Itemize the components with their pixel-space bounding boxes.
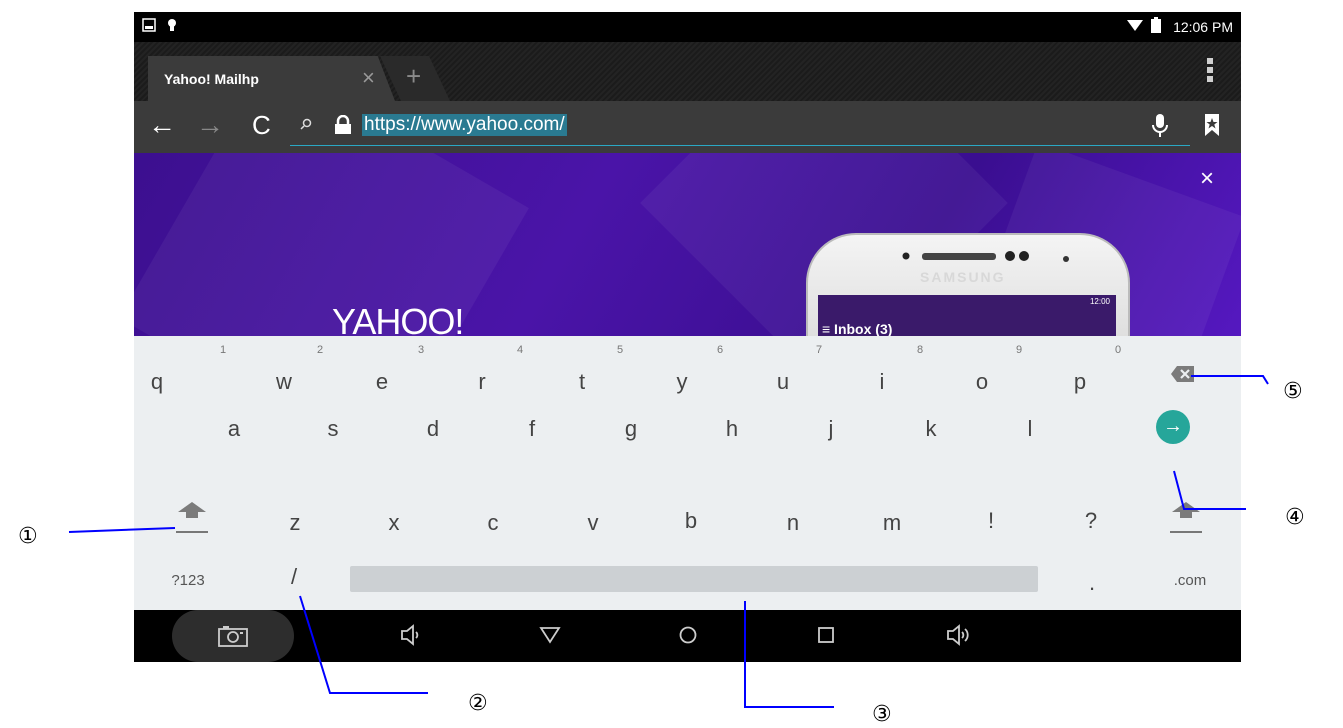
arrow-right-icon: → bbox=[1163, 415, 1183, 437]
volume-up-icon[interactable] bbox=[946, 624, 972, 651]
search-icon bbox=[300, 117, 312, 133]
battery-icon bbox=[1151, 17, 1162, 36]
microphone-icon[interactable] bbox=[1152, 113, 1168, 144]
phone-screen: 12:00 ≡ Inbox (3) bbox=[818, 295, 1116, 336]
key-hint: 7 bbox=[816, 344, 823, 356]
yahoo-logo: YAHOO! bbox=[332, 301, 464, 336]
backspace-icon bbox=[1171, 366, 1194, 382]
url-text: https://www.yahoo.com/ bbox=[362, 114, 567, 136]
key-j[interactable]: j bbox=[811, 416, 851, 442]
key-h[interactable]: h bbox=[712, 416, 752, 442]
shift-arrow-icon bbox=[178, 502, 206, 518]
go-button[interactable]: → bbox=[1156, 410, 1190, 444]
phone-speaker-icon bbox=[902, 251, 1069, 262]
key-p[interactable]: p bbox=[1060, 369, 1100, 395]
key-c[interactable]: c bbox=[473, 510, 513, 536]
key-hint: 5 bbox=[617, 344, 624, 356]
key-o[interactable]: o bbox=[962, 369, 1002, 395]
status-bar: 12:06 PM bbox=[134, 12, 1241, 42]
onscreen-keyboard: q 1 w 2 e 3 r 4 t 5 y 6 u 7 i 8 o 9 p 0 … bbox=[134, 336, 1241, 610]
web-content: × YAHOO! SAMSUNG 12:00 ≡ Inbox (3) bbox=[134, 153, 1241, 336]
key-hint: 6 bbox=[717, 344, 724, 356]
android-notification-icon bbox=[166, 18, 178, 37]
banner-close-icon[interactable]: × bbox=[1200, 165, 1214, 193]
forward-arrow-icon[interactable]: → bbox=[196, 111, 224, 139]
key-l[interactable]: l bbox=[1010, 416, 1050, 442]
recents-square-icon[interactable] bbox=[817, 626, 835, 649]
key-hint: 9 bbox=[1016, 344, 1023, 356]
plus-icon: + bbox=[406, 61, 422, 91]
key-hint: 3 bbox=[418, 344, 425, 356]
key-r[interactable]: r bbox=[462, 369, 502, 395]
tablet-screen: 12:06 PM Yahoo! Mailhp × + ← → C https:/… bbox=[134, 12, 1241, 662]
key-hint: 1 bbox=[220, 344, 227, 356]
bookmark-icon[interactable] bbox=[1204, 113, 1220, 142]
callout-number-1: ① bbox=[18, 524, 38, 549]
camera-icon bbox=[218, 626, 248, 647]
key-slash[interactable]: / bbox=[274, 564, 314, 590]
key-hint: 0 bbox=[1115, 344, 1122, 356]
screenshot-button[interactable] bbox=[172, 610, 294, 662]
tab-yahoo-mail[interactable]: Yahoo! Mailhp × bbox=[148, 56, 395, 101]
back-triangle-icon[interactable] bbox=[539, 626, 561, 649]
shift-key-right[interactable] bbox=[1170, 502, 1202, 533]
volume-down-icon[interactable] bbox=[400, 624, 420, 651]
shift-arrow-icon bbox=[1172, 502, 1200, 518]
reload-icon[interactable]: C bbox=[252, 111, 271, 139]
key-a[interactable]: a bbox=[214, 416, 254, 442]
key-z[interactable]: z bbox=[275, 510, 315, 536]
overflow-menu-icon[interactable] bbox=[1207, 58, 1213, 85]
home-circle-icon[interactable] bbox=[678, 625, 698, 650]
key-question[interactable]: ? bbox=[1071, 508, 1111, 534]
address-field[interactable]: https://www.yahoo.com/ bbox=[290, 109, 1190, 146]
key-hint: 8 bbox=[917, 344, 924, 356]
shift-key-left[interactable] bbox=[176, 502, 208, 533]
tab-title: Yahoo! Mailhp bbox=[164, 71, 259, 87]
key-d[interactable]: d bbox=[413, 416, 453, 442]
key-g[interactable]: g bbox=[611, 416, 651, 442]
callout-number-5: ⑤ bbox=[1283, 379, 1303, 404]
phone-status-time: 12:00 bbox=[1089, 297, 1110, 306]
key-i[interactable]: i bbox=[862, 369, 902, 395]
wifi-icon bbox=[1127, 18, 1144, 35]
key-f[interactable]: f bbox=[512, 416, 552, 442]
phone-brand: SAMSUNG bbox=[920, 269, 1006, 285]
key-q[interactable]: q bbox=[137, 369, 177, 395]
key-v[interactable]: v bbox=[573, 510, 613, 536]
key-k[interactable]: k bbox=[911, 416, 951, 442]
callout-number-4: ④ bbox=[1285, 505, 1305, 530]
callout-number-3: ③ bbox=[872, 702, 892, 727]
key-b[interactable]: b bbox=[671, 508, 711, 534]
back-arrow-icon[interactable]: ← bbox=[148, 111, 176, 139]
dotcom-key[interactable]: .com bbox=[1168, 572, 1212, 589]
backspace-key[interactable] bbox=[1170, 364, 1196, 389]
key-w[interactable]: w bbox=[264, 369, 304, 395]
key-x[interactable]: x bbox=[374, 510, 414, 536]
tab-close-icon[interactable]: × bbox=[362, 65, 375, 91]
key-hint: 4 bbox=[517, 344, 524, 356]
key-exclamation[interactable]: ! bbox=[971, 508, 1011, 534]
url-bar: ← → C https://www.yahoo.com/ bbox=[134, 101, 1241, 153]
phone-illustration: SAMSUNG 12:00 ≡ Inbox (3) bbox=[806, 233, 1130, 336]
key-t[interactable]: t bbox=[562, 369, 602, 395]
key-hint: 2 bbox=[317, 344, 324, 356]
space-bar[interactable] bbox=[350, 566, 1038, 592]
phone-inbox-label: ≡ Inbox (3) bbox=[822, 321, 893, 336]
navigation-bar bbox=[134, 610, 1241, 662]
status-time: 12:06 PM bbox=[1173, 18, 1233, 35]
key-s[interactable]: s bbox=[313, 416, 353, 442]
gallery-notification-icon bbox=[142, 18, 156, 37]
lock-icon bbox=[334, 114, 352, 140]
symbols-key[interactable]: ?123 bbox=[168, 572, 208, 589]
callout-number-2: ② bbox=[468, 691, 488, 716]
key-e[interactable]: e bbox=[362, 369, 402, 395]
key-m[interactable]: m bbox=[872, 510, 912, 536]
browser-tab-bar: Yahoo! Mailhp × + bbox=[134, 42, 1241, 101]
key-period[interactable]: . bbox=[1072, 570, 1112, 596]
key-n[interactable]: n bbox=[773, 510, 813, 536]
key-y[interactable]: y bbox=[662, 369, 702, 395]
key-u[interactable]: u bbox=[763, 369, 803, 395]
